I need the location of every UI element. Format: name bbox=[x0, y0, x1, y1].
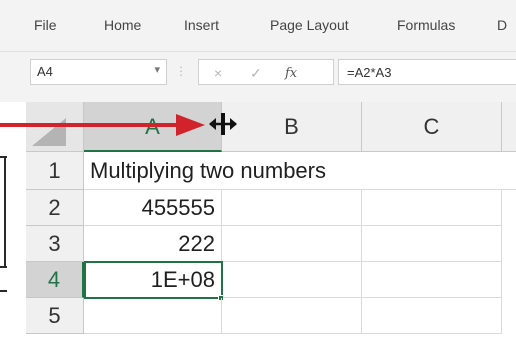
grip-dots-icon[interactable]: ⋮ bbox=[175, 64, 187, 78]
tab-formulas[interactable]: Formulas bbox=[397, 17, 455, 33]
worksheet-grid: A B C 1 2 3 4 5 Multiplying two numbers … bbox=[0, 102, 516, 363]
row-header-1[interactable]: 1 bbox=[26, 152, 84, 190]
insert-function-icon[interactable]: fx bbox=[285, 66, 297, 81]
chevron-down-icon[interactable]: ▾ bbox=[154, 63, 160, 76]
fx-label: fx bbox=[285, 66, 298, 81]
row-header-3[interactable]: 3 bbox=[26, 226, 84, 262]
cell-a3[interactable]: 222 bbox=[84, 226, 222, 262]
formula-input[interactable]: =A2*A3 bbox=[338, 59, 516, 85]
column-header-d-partial[interactable] bbox=[502, 102, 516, 152]
cell-a1[interactable]: Multiplying two numbers bbox=[84, 152, 516, 190]
cell-b5[interactable] bbox=[222, 298, 362, 334]
cell-c3[interactable] bbox=[362, 226, 502, 262]
row-header-5[interactable]: 5 bbox=[26, 298, 84, 334]
left-margin-tick bbox=[0, 266, 7, 268]
column-header-b[interactable]: B bbox=[222, 102, 362, 152]
formula-bar-row: A4 ▾ ⋮ × ✓ fx =A2*A3 bbox=[0, 52, 516, 102]
name-box[interactable]: A4 ▾ bbox=[30, 59, 167, 85]
cell-b2[interactable] bbox=[222, 190, 362, 226]
cell-a4-active[interactable]: 1E+08 bbox=[84, 261, 223, 299]
cell-b4[interactable] bbox=[223, 262, 362, 298]
row-header-2[interactable]: 2 bbox=[26, 190, 84, 226]
column-header-c[interactable]: C bbox=[362, 102, 502, 152]
tab-insert[interactable]: Insert bbox=[184, 17, 219, 33]
cell-c2[interactable] bbox=[362, 190, 502, 226]
name-box-value: A4 bbox=[37, 64, 53, 79]
tab-data[interactable]: D bbox=[497, 17, 507, 33]
left-margin-line bbox=[4, 156, 6, 266]
left-margin-tick bbox=[0, 290, 7, 292]
tab-page-layout[interactable]: Page Layout bbox=[270, 17, 349, 33]
cell-a5[interactable] bbox=[84, 298, 222, 334]
confirm-icon[interactable]: ✓ bbox=[250, 65, 262, 82]
row-header-4[interactable]: 4 bbox=[26, 262, 84, 298]
red-arrow-icon bbox=[0, 114, 205, 136]
cell-c4[interactable] bbox=[362, 262, 502, 298]
cell-b3[interactable] bbox=[222, 226, 362, 262]
cell-c5[interactable] bbox=[362, 298, 502, 334]
left-margin-tick bbox=[0, 156, 7, 158]
tab-file[interactable]: File bbox=[34, 17, 57, 33]
cancel-icon[interactable]: × bbox=[214, 65, 222, 81]
ribbon-tabs: File Home Insert Page Layout Formulas D bbox=[0, 0, 516, 52]
column-resize-cursor-icon bbox=[209, 113, 237, 135]
formula-value: =A2*A3 bbox=[347, 65, 392, 80]
tab-home[interactable]: Home bbox=[104, 17, 141, 33]
cell-a2[interactable]: 455555 bbox=[84, 190, 222, 226]
